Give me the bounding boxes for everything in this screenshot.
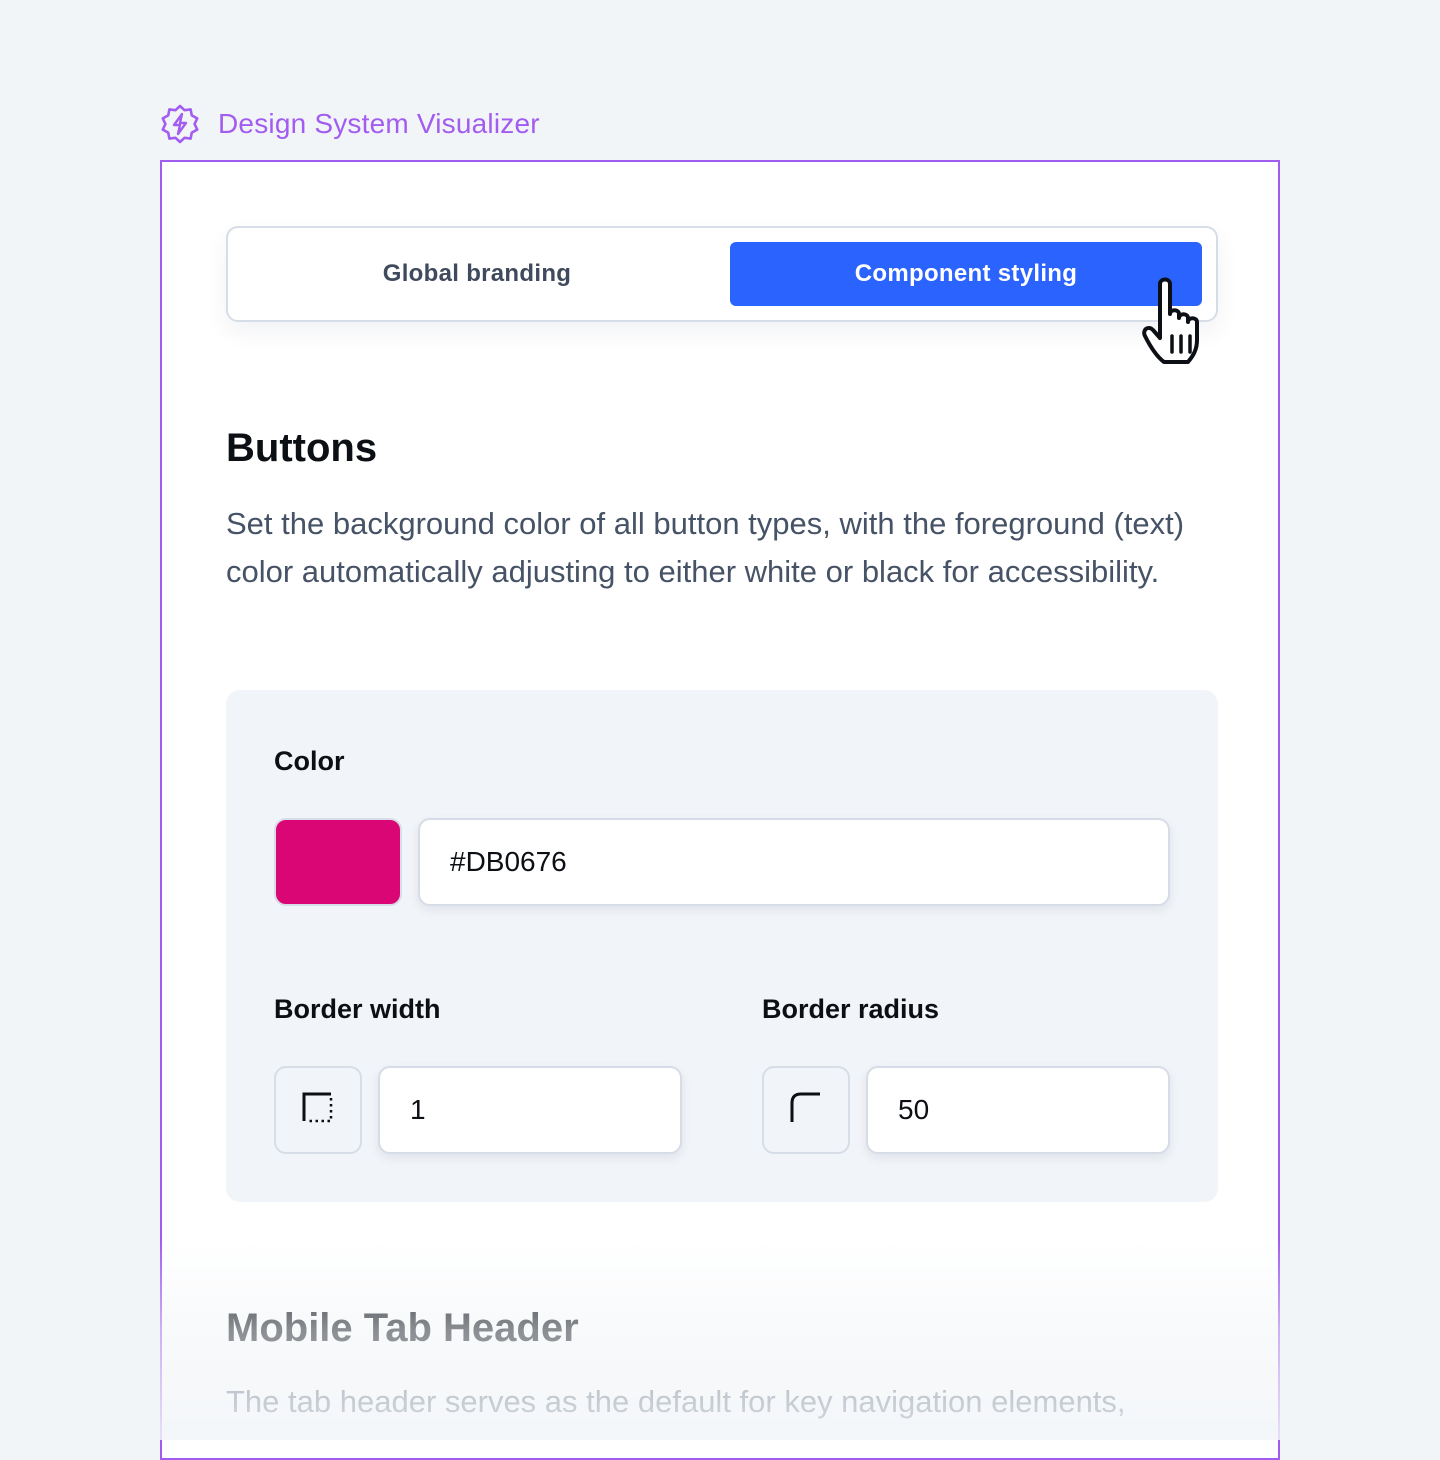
app-title: Design System Visualizer xyxy=(218,108,540,139)
color-label: Color xyxy=(274,746,345,776)
mobile-tab-header-description: The tab header serves as the default for… xyxy=(226,1384,1126,1419)
border-radius-icon-button[interactable] xyxy=(762,1066,850,1154)
tab-switcher: Global branding Component styling xyxy=(226,226,1218,322)
border-radius-icon xyxy=(789,1091,823,1130)
mobile-tab-header-title: Mobile Tab Header xyxy=(226,1306,579,1350)
app-brand: Design System Visualizer xyxy=(160,104,540,144)
pointer-hand-icon xyxy=(1138,276,1228,377)
buttons-section-description: Set the background color of all button t… xyxy=(226,506,1185,589)
color-swatch[interactable] xyxy=(274,818,402,906)
border-width-icon xyxy=(301,1091,335,1130)
tab-global-branding[interactable]: Global branding xyxy=(242,242,712,306)
settings-card: Global branding Component styling Button… xyxy=(160,160,1280,1460)
lightning-badge-icon xyxy=(160,104,200,144)
border-radius-input[interactable]: 50 xyxy=(866,1066,1170,1154)
color-hex-input[interactable]: #DB0676 xyxy=(418,818,1170,906)
border-width-label: Border width xyxy=(274,994,441,1024)
border-width-input[interactable]: 1 xyxy=(378,1066,682,1154)
buttons-settings-panel: Color #DB0676 Border width 1 Border radi… xyxy=(226,690,1218,1202)
border-radius-label: Border radius xyxy=(762,994,940,1024)
buttons-section-title: Buttons xyxy=(226,426,378,470)
tab-component-styling[interactable]: Component styling xyxy=(730,242,1202,306)
border-width-icon-button[interactable] xyxy=(274,1066,362,1154)
